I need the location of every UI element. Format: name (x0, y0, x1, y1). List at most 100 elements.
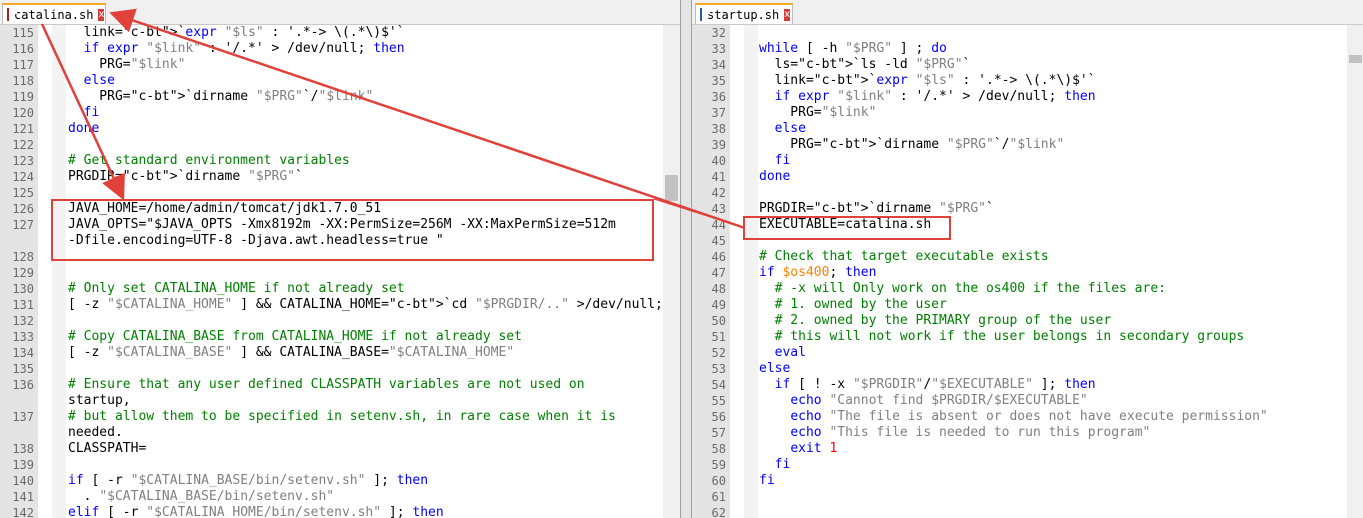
code-line[interactable]: 142 elif [ -r "$CATALINA_HOME/bin/setenv.… (0, 505, 680, 518)
line-number: 35 (711, 74, 726, 88)
line-text: if expr "$link" : '/.*' > /dev/null; the… (83, 41, 405, 56)
code-line[interactable]: 43 PRGDIR="c-bt">`dirname "$PRG"` (692, 201, 1363, 217)
line-text: [ -z "$CATALINA_HOME" ] && CATALINA_HOME… (68, 297, 680, 312)
code-line[interactable]: 48 # -x will Only work on the os400 if t… (692, 281, 1363, 297)
line-text: eval (774, 345, 806, 360)
line-text: echo "Cannot find $PRGDIR/$EXECUTABLE" (790, 393, 1088, 408)
code-line[interactable]: 121 done (0, 121, 680, 137)
code-line[interactable]: 124 PRGDIR="c-bt">`dirname "$PRG"` (0, 169, 680, 185)
code-line[interactable]: 134 [ -z "$CATALINA_BASE" ] && CATALINA_B… (0, 345, 680, 361)
vertical-scrollbar[interactable] (1347, 25, 1363, 518)
code-line[interactable]: 40 fi (692, 153, 1363, 169)
code-line[interactable]: 129 (0, 265, 680, 281)
line-number: 134 (12, 346, 34, 360)
code-line[interactable]: 61 (692, 489, 1363, 505)
line-number: 119 (12, 90, 34, 104)
scrollbar-thumb[interactable] (665, 175, 678, 201)
code-line[interactable]: 37 PRG="$link" (692, 105, 1363, 121)
line-number: 32 (711, 26, 726, 40)
code-line[interactable]: 47 if $os400; then (692, 265, 1363, 281)
code-area[interactable]: 32 33 while [ -h "$PRG" ] ; do 34 ls="c-bt"… (692, 25, 1363, 518)
code-line[interactable]: 123 # Get standard environment variables (0, 153, 680, 169)
line-text: link="c-bt">`expr "$ls" : '.*-> \(.*\)$'… (68, 25, 405, 40)
code-line[interactable]: 141 . "$CATALINA_BASE/bin/setenv.sh" (0, 489, 680, 505)
line-text: else (774, 121, 806, 136)
line-number: 138 (12, 442, 34, 456)
line-text: while [ -h "$PRG" ] ; do (759, 41, 947, 56)
pane-splitter[interactable] (681, 0, 691, 518)
tab-startup-sh[interactable]: startup.sh x (695, 3, 793, 24)
line-text: link="c-bt">`expr "$ls" : '.*-> \(.*\)$'… (759, 73, 1096, 88)
code-line[interactable]: 133 # Copy CATALINA_BASE from CATALINA_HO… (0, 329, 680, 345)
line-number: 33 (711, 42, 726, 56)
tab-catalina-sh[interactable]: catalina.sh x (2, 3, 106, 24)
executable-highlight-box (743, 216, 951, 240)
code-line[interactable]: 119 PRG="c-bt">`dirname "$PRG"`/"$link" (0, 89, 680, 105)
code-line[interactable]: 52 eval (692, 345, 1363, 361)
code-line[interactable]: 42 (692, 185, 1363, 201)
line-number: 43 (711, 202, 726, 216)
code-line[interactable]: 138 CLASSPATH= (0, 441, 680, 457)
code-line[interactable]: 117 PRG="$link" (0, 57, 680, 73)
code-line[interactable]: 132 (0, 313, 680, 329)
code-line[interactable]: 115 link="c-bt">`expr "$ls" : '.*-> \(.*… (0, 25, 680, 41)
code-line[interactable]: 54 if [ ! -x "$PRGDIR"/"$EXECUTABLE" ]; … (692, 377, 1363, 393)
code-line[interactable]: 136 # Ensure that any user defined CLASSP… (0, 377, 680, 393)
code-line[interactable]: 60 fi (692, 473, 1363, 489)
code-line[interactable]: 38 else (692, 121, 1363, 137)
right-editor[interactable]: 32 33 while [ -h "$PRG" ] ; do 34 ls="c-bt"… (692, 25, 1363, 518)
line-text: fi (759, 473, 775, 488)
line-number: 55 (711, 394, 726, 408)
code-line[interactable]: 58 exit 1 (692, 441, 1363, 457)
code-line[interactable]: 56 echo "The file is absent or does not … (692, 409, 1363, 425)
code-line[interactable]: 137 # but allow them to be specified in s… (0, 409, 680, 425)
code-line[interactable]: 130 # Only set CATALINA_HOME if not alrea… (0, 281, 680, 297)
code-line[interactable]: startup, (0, 393, 680, 409)
code-line[interactable]: needed. (0, 425, 680, 441)
code-line[interactable]: 140 if [ -r "$CATALINA_BASE/bin/setenv.sh… (0, 473, 680, 489)
vertical-scrollbar[interactable] (663, 25, 680, 518)
code-line[interactable]: 120 fi (0, 105, 680, 121)
code-line[interactable]: 34 ls="c-bt">`ls -ld "$PRG"` (692, 57, 1363, 73)
left-editor[interactable]: 115 link="c-bt">`expr "$ls" : '.*-> \(.*… (0, 25, 680, 518)
code-line[interactable]: 139 (0, 457, 680, 473)
save-state-icon (7, 8, 17, 21)
scrollbar-thumb[interactable] (1349, 55, 1362, 63)
code-line[interactable]: 118 else (0, 73, 680, 89)
code-line[interactable]: 53 else (692, 361, 1363, 377)
code-area[interactable]: 115 link="c-bt">`expr "$ls" : '.*-> \(.*… (0, 25, 680, 518)
line-number (0, 393, 34, 409)
code-line[interactable]: 135 (0, 361, 680, 377)
code-line[interactable]: 49 # 1. owned by the user (692, 297, 1363, 313)
java-options-highlight-box (51, 199, 654, 261)
line-number: 60 (711, 474, 726, 488)
line-text: needed. (68, 425, 123, 440)
code-line[interactable]: 122 (0, 137, 680, 153)
code-line[interactable]: 57 echo "This file is needed to run this… (692, 425, 1363, 441)
line-text: PRG="c-bt">`dirname "$PRG"`/"$link" (68, 89, 374, 104)
close-tab-icon[interactable]: x (784, 8, 791, 21)
code-line[interactable]: 41 done (692, 169, 1363, 185)
code-line[interactable]: 32 (692, 25, 1363, 41)
line-number: 47 (711, 266, 726, 280)
line-number: 118 (12, 74, 34, 88)
line-number: 122 (12, 138, 34, 152)
line-text: fi (83, 105, 100, 120)
code-line[interactable]: 116 if expr "$link" : '/.*' > /dev/null;… (0, 41, 680, 57)
line-number: 53 (711, 362, 726, 376)
code-line[interactable]: 33 while [ -h "$PRG" ] ; do (692, 41, 1363, 57)
code-line[interactable]: 36 if expr "$link" : '/.*' > /dev/null; … (692, 89, 1363, 105)
code-line[interactable]: 51 # this will not work if the user belo… (692, 329, 1363, 345)
line-number (0, 233, 34, 249)
code-line[interactable]: 35 link="c-bt">`expr "$ls" : '.*-> \(.*\… (692, 73, 1363, 89)
code-line[interactable]: 131 [ -z "$CATALINA_HOME" ] && CATALINA_H… (0, 297, 680, 313)
close-tab-icon[interactable]: x (98, 8, 105, 21)
code-line[interactable]: 50 # 2. owned by the PRIMARY group of th… (692, 313, 1363, 329)
code-line[interactable]: 59 fi (692, 457, 1363, 473)
line-number: 61 (711, 490, 726, 504)
code-line[interactable]: 55 echo "Cannot find $PRGDIR/$EXECUTABLE… (692, 393, 1363, 409)
code-line[interactable]: 46 # Check that target executable exists (692, 249, 1363, 265)
code-line[interactable]: 62 (692, 505, 1363, 518)
line-number: 42 (711, 186, 726, 200)
code-line[interactable]: 39 PRG="c-bt">`dirname "$PRG"`/"$link" (692, 137, 1363, 153)
